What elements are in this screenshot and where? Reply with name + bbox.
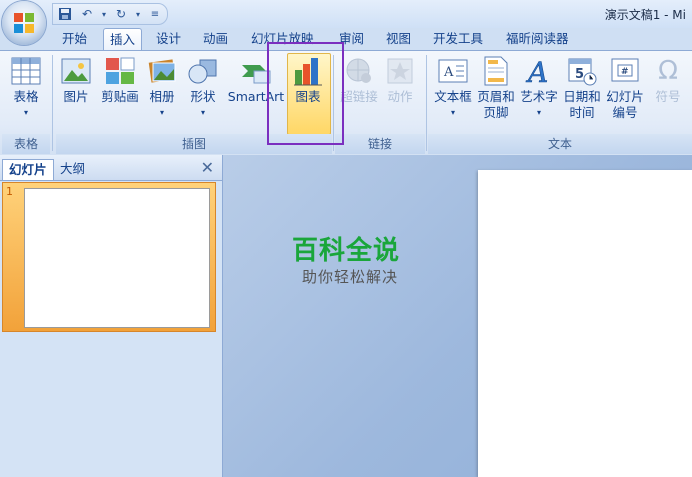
action-button[interactable]: 动作 bbox=[384, 55, 416, 105]
svg-text:A: A bbox=[443, 65, 454, 80]
date-time-button[interactable]: 5 日期和 时间 bbox=[561, 55, 603, 121]
slide-thumbnail[interactable] bbox=[24, 188, 210, 328]
ribbon: 表格 ▾ 表格 图片 剪贴画 相册 ▾ 形状 ▾ SmartArt 图表 插图 … bbox=[0, 50, 692, 156]
hyperlink-button[interactable]: 超链接 bbox=[338, 55, 380, 105]
quick-access-toolbar: ↶ ▾ ↻ ▾ ≡ bbox=[52, 3, 168, 25]
wordart-icon: A bbox=[523, 55, 555, 87]
tab-view[interactable]: 视图 bbox=[380, 28, 417, 50]
hyperlink-globe-icon bbox=[343, 55, 375, 87]
wordart-button[interactable]: A 艺术字 ▾ bbox=[518, 55, 560, 121]
slide-canvas[interactable] bbox=[478, 170, 692, 477]
slide-number-label: 1 bbox=[6, 185, 13, 198]
picture-icon bbox=[60, 55, 92, 87]
ribbon-tabs: 开始 插入 设计 动画 幻灯片放映 审阅 视图 开发工具 福昕阅读器 bbox=[0, 28, 692, 52]
tab-design[interactable]: 设计 bbox=[150, 28, 187, 50]
tab-animation[interactable]: 动画 bbox=[197, 28, 234, 50]
highlight-box bbox=[267, 42, 344, 145]
action-star-icon bbox=[384, 55, 416, 87]
shapes-button[interactable]: 形状 ▾ bbox=[188, 55, 218, 121]
group-label-tables: 表格 bbox=[2, 134, 50, 154]
window-title: 演示文稿1 - Mi bbox=[604, 8, 686, 22]
dropdown-arrow-icon[interactable]: ▾ bbox=[135, 6, 141, 22]
textbox-icon: A bbox=[437, 55, 469, 87]
dropdown-arrow-icon: ▾ bbox=[159, 108, 164, 117]
tab-insert[interactable]: 插入 bbox=[103, 28, 143, 52]
redo-icon[interactable]: ↻ bbox=[113, 6, 129, 22]
slides-pane: 幻灯片 大纲 ✕ 1 bbox=[0, 155, 223, 477]
group-divider bbox=[426, 55, 427, 151]
slide-editing-area bbox=[223, 155, 692, 477]
watermark-subtitle: 助你轻松解决 bbox=[302, 268, 399, 286]
tab-foxit-reader[interactable]: 福昕阅读器 bbox=[500, 28, 575, 50]
dropdown-arrow-icon[interactable]: ▾ bbox=[101, 6, 107, 22]
dropdown-arrow-icon: ▾ bbox=[450, 108, 455, 117]
group-divider bbox=[52, 55, 53, 151]
symbol-button[interactable]: Ω 符号 bbox=[648, 55, 688, 105]
group-label-text: 文本 bbox=[428, 134, 692, 154]
tab-home[interactable]: 开始 bbox=[56, 28, 93, 50]
dropdown-arrow-icon: ▾ bbox=[200, 108, 205, 117]
clipart-button[interactable]: 剪贴画 bbox=[99, 55, 141, 105]
slide-number-button[interactable]: # 幻灯片 编号 bbox=[604, 55, 646, 121]
calendar-clock-icon: 5 bbox=[566, 55, 598, 87]
watermark-title: 百科全说 bbox=[292, 236, 401, 266]
dropdown-arrow-icon: ▾ bbox=[23, 108, 28, 117]
header-footer-icon bbox=[480, 55, 512, 87]
office-logo-icon bbox=[14, 13, 34, 33]
shapes-icon bbox=[188, 55, 220, 87]
tab-outline[interactable]: 大纲 bbox=[54, 159, 91, 179]
photo-album-icon bbox=[147, 55, 179, 87]
group-label-links: 链接 bbox=[335, 134, 425, 154]
pane-tabs: 幻灯片 大纲 ✕ bbox=[0, 155, 222, 181]
clipart-icon bbox=[104, 55, 136, 87]
office-button[interactable] bbox=[2, 1, 46, 45]
title-bar: ↶ ▾ ↻ ▾ ≡ 演示文稿1 - Mi bbox=[0, 0, 692, 28]
svg-text:A: A bbox=[525, 56, 548, 86]
textbox-button[interactable]: A 文本框 ▾ bbox=[431, 55, 475, 121]
table-icon bbox=[10, 55, 42, 87]
close-icon[interactable]: ✕ bbox=[201, 158, 214, 177]
undo-icon[interactable]: ↶ bbox=[79, 6, 95, 22]
dropdown-arrow-icon: ▾ bbox=[536, 108, 541, 117]
customize-icon[interactable]: ≡ bbox=[147, 6, 163, 22]
photo-album-button[interactable]: 相册 ▾ bbox=[147, 55, 177, 121]
svg-text:#: # bbox=[621, 67, 629, 77]
slide-number-icon: # bbox=[609, 55, 641, 87]
picture-button[interactable]: 图片 bbox=[58, 55, 94, 105]
header-footer-button[interactable]: 页眉和 页脚 bbox=[475, 55, 517, 121]
save-icon[interactable] bbox=[57, 6, 73, 22]
omega-symbol-icon: Ω bbox=[658, 56, 678, 86]
svg-text:5: 5 bbox=[575, 67, 584, 82]
tab-developer[interactable]: 开发工具 bbox=[427, 28, 489, 50]
tab-slides[interactable]: 幻灯片 bbox=[2, 159, 54, 180]
table-button[interactable]: 表格 ▾ bbox=[6, 55, 46, 121]
